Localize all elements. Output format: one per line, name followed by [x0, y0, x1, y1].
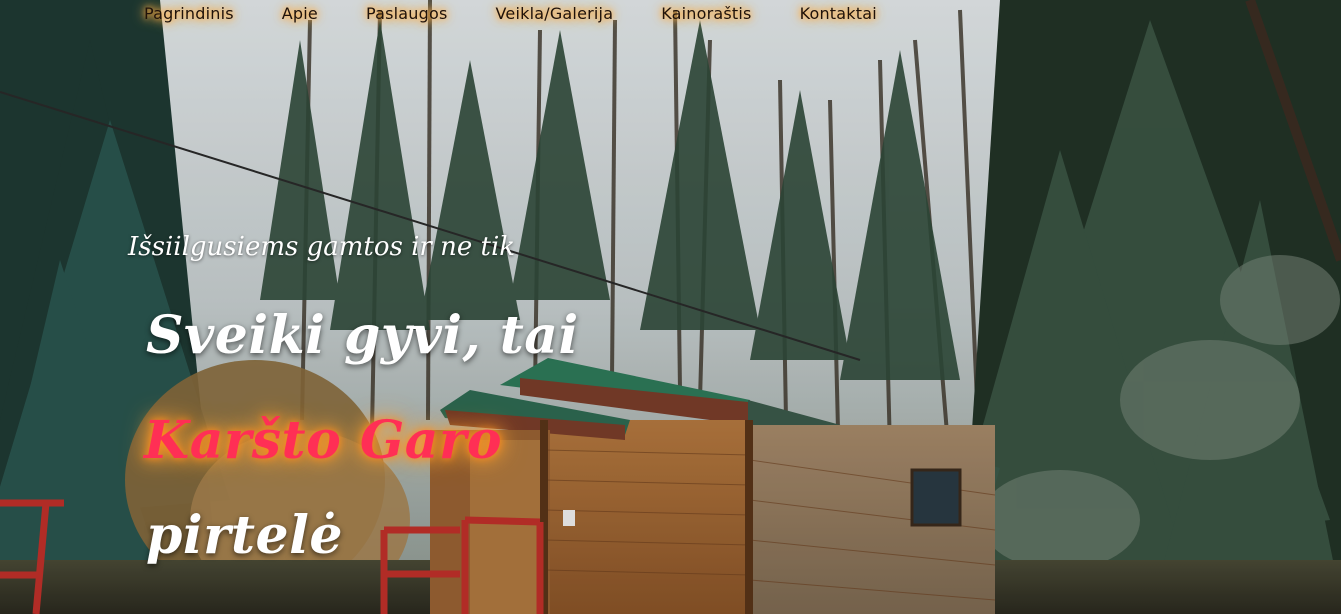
- nav-item-apie[interactable]: Apie: [258, 4, 342, 23]
- hero-tagline: Išsiilgusiems gamtos ir ne tik: [128, 232, 516, 262]
- nav-item-pagrindinis[interactable]: Pagrindinis: [120, 4, 258, 23]
- hero-section: Pagrindinis Apie Paslaugos Veikla/Galeri…: [0, 0, 1341, 614]
- hero-headline-line-1: Sveiki gyvi, tai: [146, 305, 579, 366]
- nav-item-veikla-galerija[interactable]: Veikla/Galerija: [472, 4, 638, 23]
- nav-item-kainorastis[interactable]: Kainoraštis: [637, 4, 775, 23]
- hero-headline-line-3: pirtelė: [146, 505, 343, 566]
- main-navigation: Pagrindinis Apie Paslaugos Veikla/Galeri…: [120, 0, 901, 26]
- hero-headline-line-2-accent: Karšto Garo: [144, 410, 503, 471]
- nav-item-kontaktai[interactable]: Kontaktai: [776, 4, 901, 23]
- nav-item-paslaugos[interactable]: Paslaugos: [342, 4, 472, 23]
